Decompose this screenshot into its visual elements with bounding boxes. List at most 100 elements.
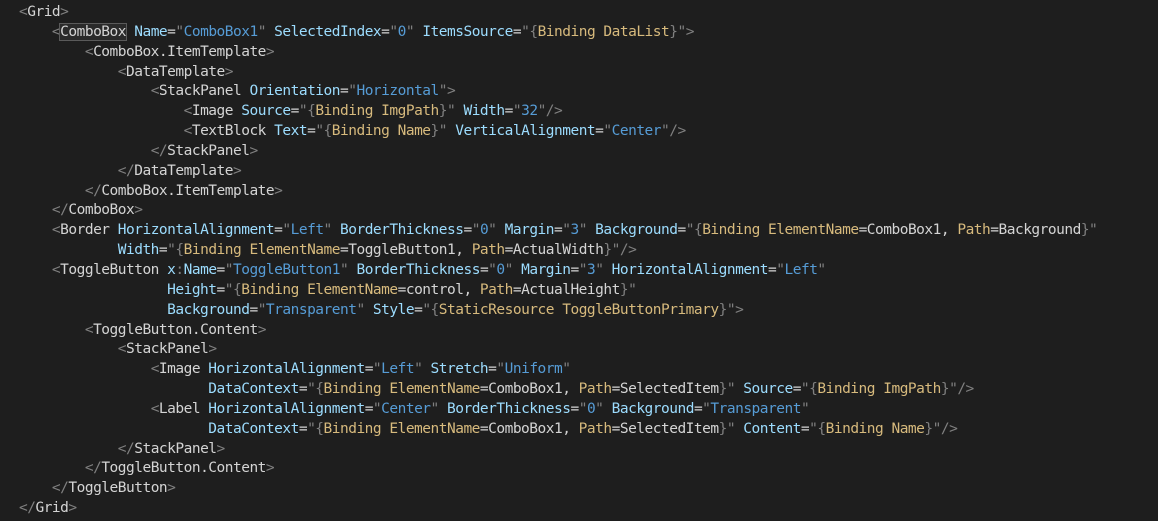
binding-property-token: ElementName xyxy=(381,381,480,398)
code-line[interactable]: <Image Source="{Binding ImgPath}" Width=… xyxy=(19,102,1097,122)
code-line[interactable]: </ComboBox.ItemTemplate> xyxy=(19,182,1097,202)
tag-name-token: ComboBox xyxy=(68,202,135,219)
code-line[interactable]: <StackPanel> xyxy=(19,340,1097,360)
attribute-token: BorderThickness xyxy=(348,261,480,278)
punctuation-token: " xyxy=(405,23,415,40)
binding-value-token: ComboBox1 xyxy=(488,420,563,437)
punctuation-token: " xyxy=(282,222,291,239)
value-token: 32 xyxy=(521,103,538,120)
equals-token: = xyxy=(693,400,703,417)
attribute-token: Source xyxy=(233,103,291,120)
punctuation-token: < xyxy=(183,103,193,120)
punctuation-token: /> xyxy=(940,420,958,437)
punctuation-token: > xyxy=(249,142,258,159)
attribute-token: Text xyxy=(265,123,308,140)
code-line[interactable]: </ComboBox> xyxy=(19,201,1097,221)
code-editor[interactable]: <Grid> <ComboBox Name="ComboBox1" Select… xyxy=(0,0,1158,521)
code-line[interactable]: <Grid> xyxy=(19,3,1097,23)
punctuation-token: }" xyxy=(1080,222,1098,239)
punctuation-token: > xyxy=(274,182,283,199)
code-line[interactable]: <Image HorizontalAlignment="Left" Stretc… xyxy=(19,360,1097,380)
code-line[interactable]: DataContext="{Binding ElementName=ComboB… xyxy=(19,380,1097,400)
code-line[interactable]: </StackPanel> xyxy=(19,440,1097,460)
punctuation-token: " xyxy=(356,301,365,318)
punctuation-token: > xyxy=(167,480,176,497)
code-area[interactable]: <Grid> <ComboBox Name="ComboBox1" Select… xyxy=(19,3,1098,519)
code-line[interactable]: <StackPanel Orientation="Horizontal"> xyxy=(19,82,1097,102)
equals-token: = xyxy=(397,281,407,298)
punctuation-token: </ xyxy=(117,162,135,179)
code-line[interactable]: <TextBlock Text="{Binding Name}" Vertica… xyxy=(19,122,1097,142)
binding-property-token: Path xyxy=(949,222,991,239)
equals-token: , xyxy=(940,222,950,239)
tag-name-token: DataTemplate xyxy=(126,63,225,80)
code-line[interactable]: <ToggleButton x:Name="ToggleButton1" Bor… xyxy=(19,261,1097,281)
tag-name-token: ToggleButton.Content xyxy=(93,321,258,338)
code-line[interactable]: Background="Transparent" Style="{StaticR… xyxy=(19,301,1097,321)
punctuation-token: < xyxy=(150,400,160,417)
equals-token: = xyxy=(990,222,999,239)
punctuation-token: "{ xyxy=(298,103,316,120)
punctuation-token: " xyxy=(562,361,571,378)
equals-token: = xyxy=(216,261,226,278)
code-line[interactable]: <Border HorizontalAlignment="Left" Borde… xyxy=(19,221,1098,241)
binding-keyword-token: Binding xyxy=(331,123,390,140)
punctuation-token: > xyxy=(233,162,242,179)
attribute-token: HorizontalAlignment xyxy=(603,261,769,278)
equals-token: = xyxy=(364,400,374,417)
value-token: Horizontal xyxy=(356,83,439,100)
code-line[interactable]: </ToggleButton.Content> xyxy=(19,459,1097,479)
equals-token: = xyxy=(611,420,621,437)
equals-token: = xyxy=(554,222,563,239)
code-line[interactable]: </DataTemplate> xyxy=(19,162,1097,182)
punctuation-token: "{ xyxy=(521,23,538,40)
binding-property-token: Path xyxy=(471,281,513,298)
punctuation-token: > xyxy=(60,4,69,20)
binding-keyword-token: Binding xyxy=(241,281,299,298)
equals-token: , xyxy=(463,281,472,298)
attribute-token: Width xyxy=(117,242,160,259)
binding-property-token: Name xyxy=(883,420,925,437)
code-line[interactable]: Height="{Binding ElementName=control, Pa… xyxy=(19,281,1097,301)
binding-keyword-token: Binding xyxy=(537,23,596,40)
attribute-token: DataContext xyxy=(208,381,299,398)
punctuation-token: " xyxy=(323,222,333,239)
code-line[interactable]: <DataTemplate> xyxy=(19,63,1097,83)
punctuation-token: "{ xyxy=(307,381,324,398)
code-line[interactable]: <Label HorizontalAlignment="Center" Bord… xyxy=(19,400,1097,420)
binding-keyword-token: Binding xyxy=(702,222,760,239)
punctuation-token: " xyxy=(776,261,785,278)
code-line[interactable]: </ToggleButton> xyxy=(19,479,1097,499)
punctuation-token: " xyxy=(578,400,588,417)
binding-value-token: Background xyxy=(998,222,1082,239)
binding-property-token: ElementName xyxy=(759,222,859,239)
binding-keyword-token: Binding xyxy=(315,103,373,120)
binding-keyword-token: Binding xyxy=(817,381,875,398)
punctuation-token: }" xyxy=(669,23,686,40)
equals-token: = xyxy=(611,381,621,398)
code-line[interactable]: Width="{Binding ElementName=ToggleButton… xyxy=(19,241,1097,261)
code-line[interactable]: <ToggleButton.Content> xyxy=(19,321,1097,341)
code-line[interactable]: <ComboBox.ItemTemplate> xyxy=(19,43,1097,63)
punctuation-token: /> xyxy=(957,381,974,398)
punctuation-token: " xyxy=(438,83,448,100)
value-token: 0 xyxy=(496,261,505,278)
attribute-token: Background xyxy=(167,301,250,318)
punctuation-token: " xyxy=(175,23,184,40)
attribute-token: DataContext xyxy=(208,420,299,437)
code-line[interactable]: </StackPanel> xyxy=(19,142,1097,162)
code-line[interactable]: <ComboBox Name="ComboBox1" SelectedIndex… xyxy=(19,22,1097,43)
code-line[interactable]: </Grid> xyxy=(19,499,1097,519)
punctuation-token: " xyxy=(257,301,267,318)
attribute-token: ItemsSource xyxy=(414,23,513,40)
code-line[interactable]: DataContext="{Binding ElementName=ComboB… xyxy=(19,420,1097,440)
punctuation-token: " xyxy=(504,261,514,278)
